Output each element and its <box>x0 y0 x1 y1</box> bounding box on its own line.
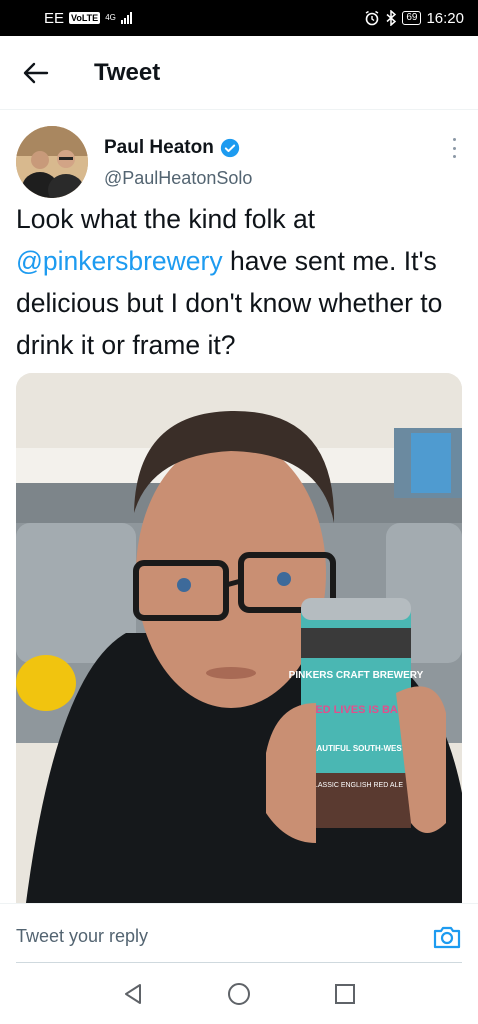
tweet-text: Look what the kind folk at @pinkersbrewe… <box>16 198 466 366</box>
can-label-4: CLASSIC ENGLISH RED ALE <box>309 782 403 789</box>
tweet-photo[interactable]: PINKERS CRAFT BREWERY FIXED LIVES IS BAC… <box>16 373 462 903</box>
home-nav-icon[interactable] <box>226 981 252 1007</box>
bluetooth-icon <box>386 10 397 26</box>
carrier-label: EE <box>44 9 65 27</box>
system-nav-bar <box>0 963 478 1024</box>
reply-composer: Tweet your reply <box>0 903 478 964</box>
alarm-icon <box>365 10 379 26</box>
back-arrow-icon[interactable] <box>22 59 50 87</box>
mention-link[interactable]: @pinkersbrewery <box>16 246 223 276</box>
avatar[interactable] <box>16 126 88 198</box>
signal-icon <box>120 12 132 24</box>
recents-nav-icon[interactable] <box>332 981 358 1007</box>
can-label-1: PINKERS CRAFT BREWERY <box>289 670 424 681</box>
clock: 16:20 <box>426 9 464 27</box>
top-app-bar: Tweet <box>0 36 478 110</box>
reply-input[interactable]: Tweet your reply <box>16 926 148 947</box>
author-name-text: Paul Heaton <box>104 137 214 158</box>
page-title: Tweet <box>94 58 161 86</box>
more-options-icon[interactable] <box>450 138 458 158</box>
camera-icon[interactable] <box>432 922 462 952</box>
status-left: EE VoLTE 4G <box>44 10 132 27</box>
volte-badge: VoLTE <box>69 12 101 24</box>
can-label-3: BEAUTIFUL SOUTH-WEST <box>305 744 406 753</box>
network-type: 4G <box>105 13 116 22</box>
status-bar: EE VoLTE 4G 69 16:20 <box>0 0 478 36</box>
battery-icon: 69 <box>402 11 422 25</box>
author-name[interactable]: Paul Heaton <box>104 137 240 159</box>
tweet-text-start: Look what the kind folk at <box>16 204 316 234</box>
battery-level: 69 <box>406 12 418 23</box>
author-handle[interactable]: @PaulHeatonSolo <box>104 168 252 189</box>
status-right: 69 16:20 <box>364 10 464 27</box>
verified-badge-icon <box>220 138 239 158</box>
back-nav-icon[interactable] <box>120 981 146 1007</box>
